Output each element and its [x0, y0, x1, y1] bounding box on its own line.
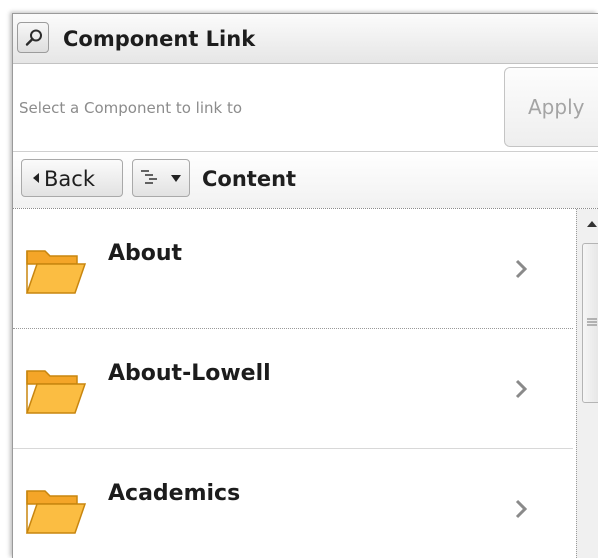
chevron-down-icon [171, 175, 181, 182]
component-select-input[interactable] [13, 64, 501, 151]
chevron-right-icon [515, 499, 527, 519]
folder-icon [25, 370, 87, 414]
search-button[interactable] [17, 22, 49, 53]
back-arrow-icon [33, 173, 39, 183]
apply-button[interactable]: Apply [504, 67, 598, 147]
component-link-dialog: Component Link Apply Back Content [12, 13, 598, 558]
current-folder-label: Content [202, 167, 297, 191]
component-select-bar: Apply [13, 64, 598, 152]
list-item-label: About-Lowell [108, 361, 271, 386]
list-item-label: About [108, 241, 183, 266]
back-button-label: Back [44, 167, 95, 191]
list-item[interactable]: About-Lowell [13, 329, 573, 449]
chevron-right-icon [515, 259, 527, 279]
dialog-titlebar: Component Link [13, 14, 598, 64]
scroll-up-arrow-icon[interactable] [587, 221, 597, 227]
folder-icon [25, 250, 87, 294]
dialog-title: Component Link [63, 27, 256, 51]
folder-icon [25, 490, 87, 534]
list-scrollbar[interactable] [576, 209, 598, 558]
back-button[interactable]: Back [21, 159, 123, 197]
list-item[interactable]: Academics [13, 449, 573, 558]
navigation-bar: Back Content [13, 152, 598, 209]
scrollbar-thumb[interactable] [582, 243, 598, 403]
list-item-label: Academics [108, 481, 241, 506]
list-item[interactable]: About [13, 209, 573, 329]
chevron-right-icon [515, 379, 527, 399]
grip-icon [587, 318, 597, 326]
tree-view-dropdown-button[interactable] [132, 159, 190, 197]
tree-view-icon [141, 170, 157, 184]
folder-list: About About-Lowell Academics [13, 209, 573, 558]
search-icon [25, 29, 42, 46]
